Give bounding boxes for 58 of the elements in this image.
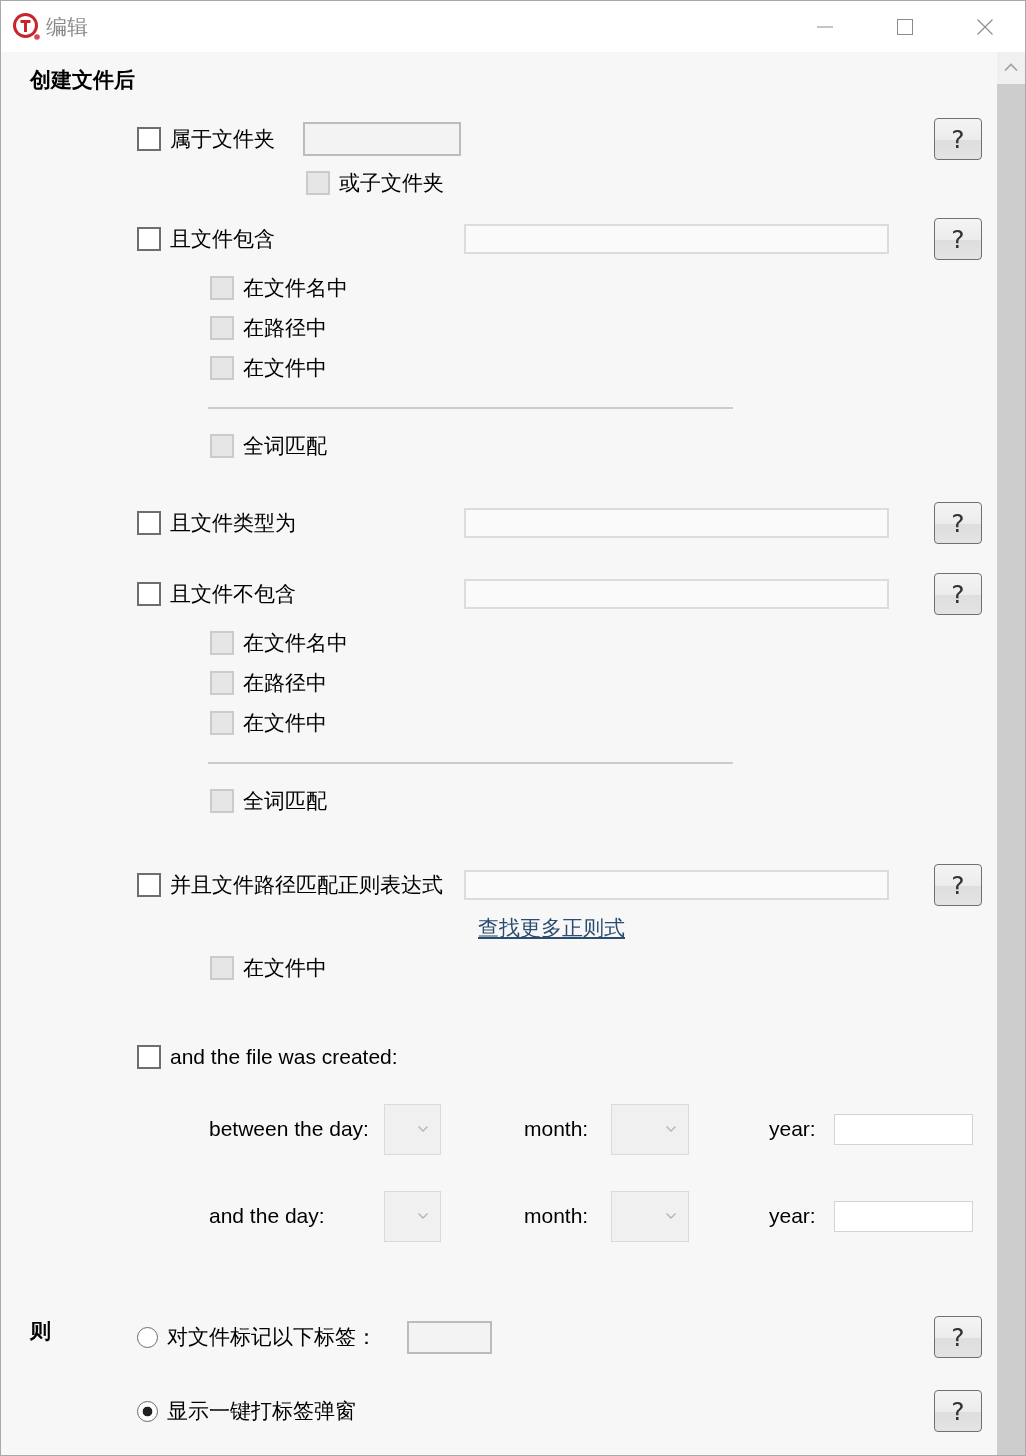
date-label: year: xyxy=(769,1204,816,1228)
help-button[interactable]: ? xyxy=(934,1316,982,1358)
logo-icon xyxy=(13,13,40,40)
text-field[interactable] xyxy=(464,224,889,254)
checkbox-label: 全词匹配 xyxy=(243,432,327,459)
checkbox-label: 或子文件夹 xyxy=(339,169,444,196)
section-heading: 则 xyxy=(30,1318,51,1344)
checkbox-label: 属于文件夹 xyxy=(170,125,275,152)
window-title: 编辑 xyxy=(46,13,88,40)
text-field[interactable] xyxy=(464,579,889,609)
radio-label: 对文件标记以下标签： xyxy=(167,1323,377,1350)
checkbox-label: 在文件中 xyxy=(243,354,327,381)
date-label: between the day: xyxy=(209,1117,369,1141)
minimize-icon xyxy=(817,25,833,28)
chevron-up-icon xyxy=(1004,63,1018,71)
chevron-down-icon xyxy=(666,1213,676,1219)
checkbox-label: 在路径中 xyxy=(243,669,327,696)
checkbox-label: 且文件包含 xyxy=(170,225,275,252)
date-label: month: xyxy=(524,1204,589,1228)
radio-button[interactable] xyxy=(137,1400,158,1422)
maximize-icon xyxy=(897,18,913,35)
date-label: month: xyxy=(524,1117,589,1141)
chevron-down-icon xyxy=(666,1126,676,1132)
checkbox[interactable] xyxy=(137,227,161,251)
checkbox-label: 在文件中 xyxy=(243,954,327,981)
checkbox[interactable] xyxy=(137,511,161,535)
checkbox-label: and the file was created: xyxy=(170,1043,398,1070)
year-field[interactable] xyxy=(834,1200,973,1232)
help-button[interactable]: ? xyxy=(934,864,982,906)
radio-button[interactable] xyxy=(137,1326,158,1348)
radio-label: 显示一键打标签弹窗 xyxy=(167,1397,356,1424)
help-button[interactable]: ? xyxy=(934,502,982,544)
checkbox[interactable] xyxy=(137,1045,161,1069)
checkbox-label: 全词匹配 xyxy=(243,787,327,814)
close-icon xyxy=(977,18,993,35)
help-button[interactable]: ? xyxy=(934,573,982,615)
text-field[interactable] xyxy=(464,870,889,900)
help-button[interactable]: ? xyxy=(934,118,982,160)
date-label: year: xyxy=(769,1117,816,1141)
help-link[interactable]: 查找更多正则式 xyxy=(478,914,625,942)
text-field[interactable] xyxy=(464,508,889,538)
year-field[interactable] xyxy=(834,1113,973,1145)
checkbox[interactable] xyxy=(137,127,161,151)
checkbox-label: 且文件类型为 xyxy=(170,509,296,536)
checkbox-label: 在文件中 xyxy=(243,709,327,736)
checkbox-label: 并且文件路径匹配正则表达式 xyxy=(170,871,443,898)
checkbox-label: 在文件名中 xyxy=(243,629,348,656)
help-button[interactable]: ? xyxy=(934,218,982,260)
chevron-down-icon xyxy=(418,1126,428,1132)
chevron-down-icon xyxy=(418,1213,428,1219)
date-label: and the day: xyxy=(209,1204,325,1228)
checkbox-label: 且文件不包含 xyxy=(170,580,296,607)
checkbox[interactable] xyxy=(137,582,161,606)
checkbox-label: 在文件名中 xyxy=(243,274,348,301)
section-heading: 创建文件后 xyxy=(30,67,135,93)
help-button[interactable]: ? xyxy=(934,1390,982,1432)
checkbox[interactable] xyxy=(137,873,161,897)
checkbox-label: 在路径中 xyxy=(243,314,327,341)
